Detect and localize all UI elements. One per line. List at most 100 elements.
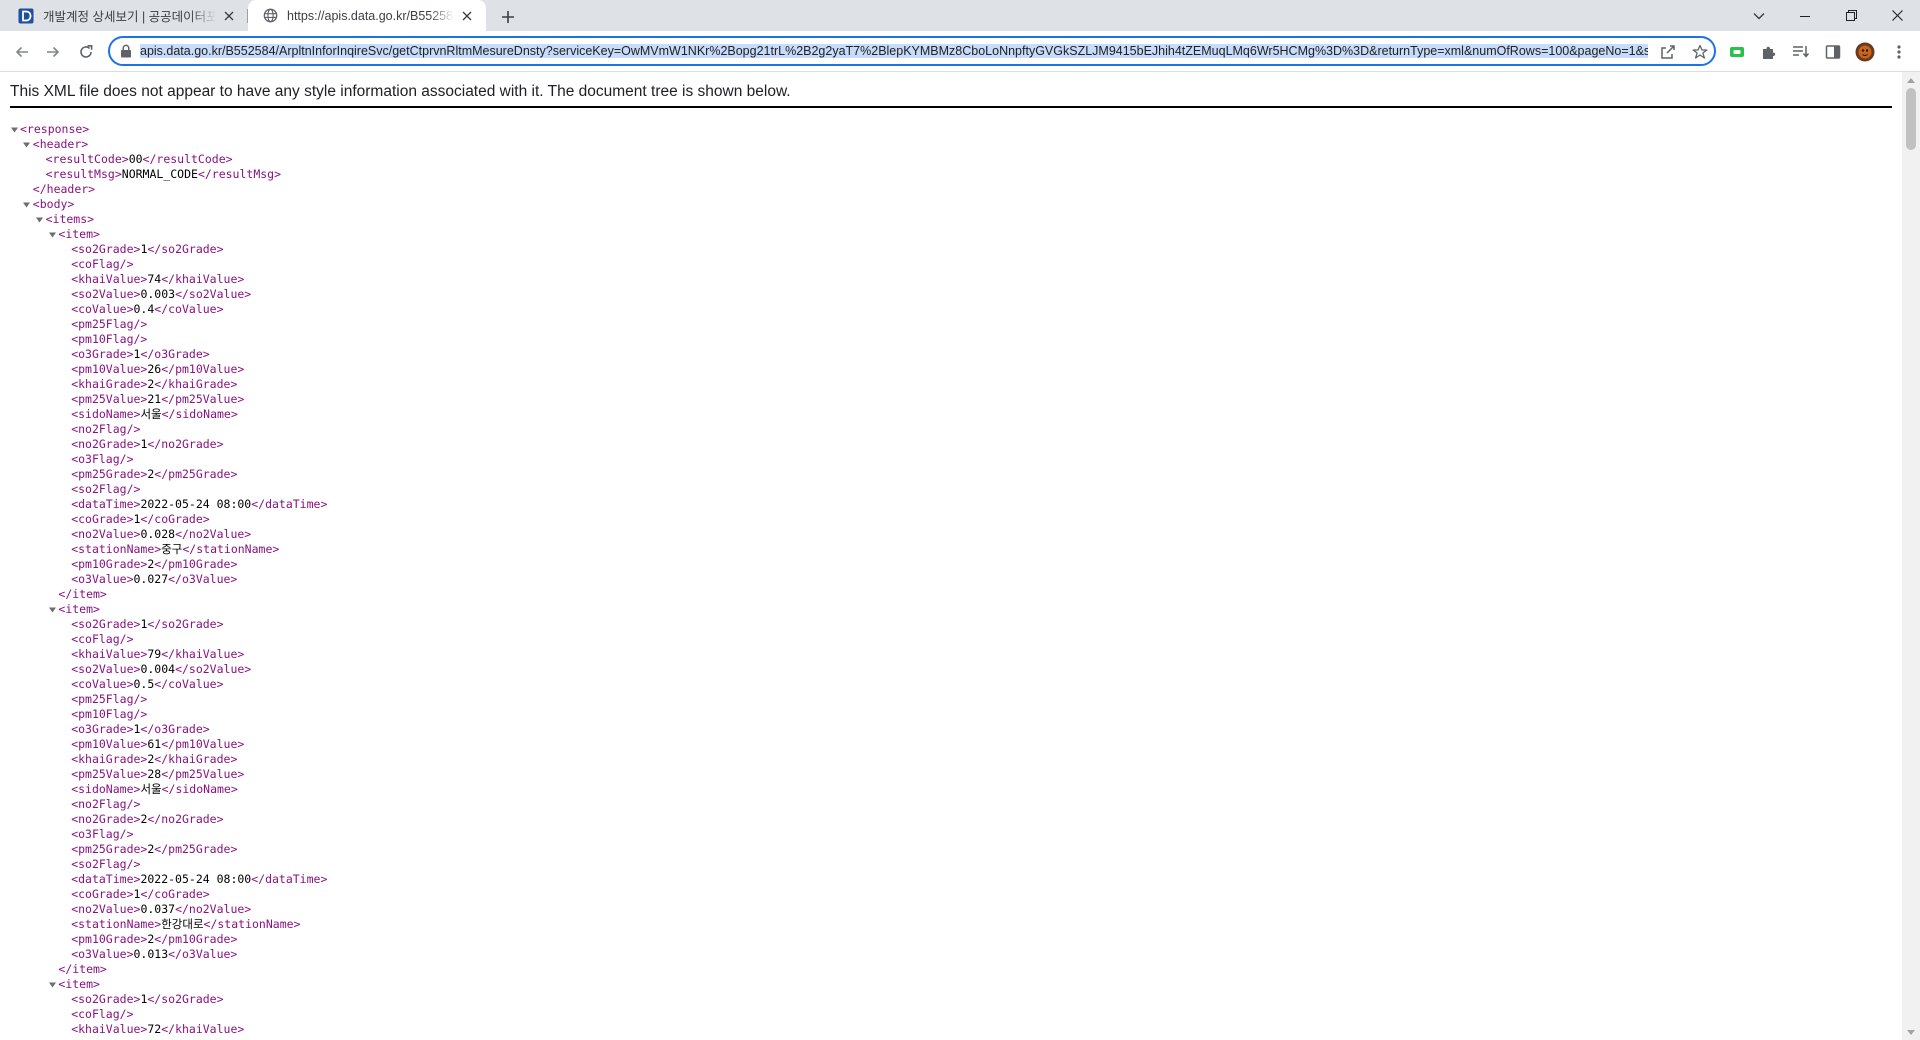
profile-avatar-icon[interactable] [1854,41,1876,63]
xml-close-tag: </pm25Grade> [154,467,238,481]
collapse-triangle-icon[interactable] [47,977,57,992]
minimize-button[interactable] [1782,0,1828,31]
tab-xml-response[interactable]: https://apis.data.go.kr/B552584/ArpltnIn… [248,0,486,31]
xml-text-value: 74 [147,272,162,286]
portal-d-icon [18,8,34,24]
new-tab-button[interactable] [496,5,520,29]
xml-close-tag: </resultMsg> [197,167,282,181]
collapse-triangle-icon[interactable] [47,227,57,242]
xml-close-tag: </so2Grade> [147,992,224,1006]
xml-text-value: 0.004 [140,662,176,676]
xml-line: <coGrade>1</coGrade> [10,887,1890,902]
xml-open-tag: <so2Grade> [71,242,141,256]
xml-empty-tag: <pm25Flag/> [71,317,148,331]
xml-line[interactable]: <item> [10,602,1890,617]
xml-line: <stationName>중구</stationName> [10,542,1890,557]
share-icon[interactable] [1658,42,1678,62]
vertical-scrollbar[interactable] [1902,72,1920,1040]
back-button[interactable] [8,38,36,66]
xml-open-tag: <dataTime> [71,872,141,886]
xml-line: <pm25Value>21</pm25Value> [10,392,1890,407]
forward-button[interactable] [39,38,67,66]
xml-empty-tag: <o3Flag/> [71,827,134,841]
side-panel-icon[interactable] [1822,41,1844,63]
xml-close-tag: </stationName> [203,917,301,931]
extensions-puzzle-icon[interactable] [1758,41,1780,63]
xml-open-tag: <resultCode> [45,152,129,166]
xml-open-tag: <stationName> [71,542,162,556]
xml-line: <no2Flag/> [10,797,1890,812]
xml-line[interactable]: <body> [10,197,1890,212]
bookmark-star-icon[interactable] [1690,42,1710,62]
tab-portal[interactable]: 개발계정 상세보기 | 공공데이터포털 [4,0,248,31]
reading-list-icon[interactable] [1790,41,1812,63]
xml-line: <so2Grade>1</so2Grade> [10,617,1890,632]
xml-line: <pm10Value>26</pm10Value> [10,362,1890,377]
scrollbar-thumb[interactable] [1906,88,1916,150]
xml-text-value: 79 [147,647,162,661]
xml-line[interactable]: <item> [10,227,1890,242]
xml-open-tag: <o3Grade> [71,722,134,736]
collapse-triangle-icon[interactable] [22,197,32,212]
xml-open-tag: <dataTime> [71,497,141,511]
xml-open-tag: <coGrade> [71,887,134,901]
xml-close-tag: </o3Grade> [140,722,210,736]
scroll-down-arrow-icon[interactable] [1907,1030,1915,1036]
xml-line: <o3Flag/> [10,452,1890,467]
xml-line[interactable]: <items> [10,212,1890,227]
xml-line: <coGrade>1</coGrade> [10,512,1890,527]
tab-close-icon[interactable] [458,7,476,25]
xml-line: <resultMsg>NORMAL_CODE</resultMsg> [10,167,1890,182]
collapse-triangle-icon[interactable] [9,122,19,137]
xml-empty-tag: <so2Flag/> [71,857,141,871]
xml-line[interactable]: <item> [10,977,1890,992]
collapse-triangle-icon[interactable] [47,602,57,617]
close-window-button[interactable] [1874,0,1920,31]
xml-line[interactable]: <header> [10,137,1890,152]
lock-icon[interactable] [118,43,134,59]
url-text: apis.data.go.kr/B552584/ArpltnInforInqir… [140,44,1648,58]
xml-line: <no2Value>0.037</no2Value> [10,902,1890,917]
xml-line: <pm10Grade>2</pm10Grade> [10,932,1890,947]
xml-close-tag: </resultCode> [142,152,233,166]
xml-open-tag: <pm10Grade> [71,932,148,946]
xml-open-tag: <resultMsg> [45,167,122,181]
collapse-triangle-icon[interactable] [22,137,32,152]
extension-green-icon[interactable] [1726,41,1748,63]
xml-text-value: 0.013 [133,947,169,961]
xml-close-tag: </so2Grade> [147,617,224,631]
xml-open-tag: <coValue> [71,677,134,691]
xml-text-value: 서울 [140,782,162,796]
restore-button[interactable] [1828,0,1874,31]
xml-open-tag: <item> [58,602,100,616]
tab-search-button[interactable] [1736,0,1782,31]
xml-text-value: 0.028 [140,527,176,541]
xml-close-tag: </khaiGrade> [154,377,238,391]
xml-text-value: 0.037 [140,902,176,916]
reload-button[interactable] [72,38,100,66]
xml-open-tag: <coGrade> [71,512,134,526]
globe-icon [262,8,278,24]
xml-text-value: 서울 [140,407,162,421]
address-bar[interactable]: apis.data.go.kr/B552584/ArpltnInforInqir… [108,36,1716,66]
xml-close-tag: </khaiValue> [161,272,245,286]
url-field[interactable]: apis.data.go.kr/B552584/ArpltnInforInqir… [140,43,1648,60]
browser-menu-icon[interactable] [1888,41,1910,63]
xml-line: <pm10Value>61</pm10Value> [10,737,1890,752]
xml-text-value: 중구 [161,542,183,556]
xml-line: <coFlag/> [10,632,1890,647]
xml-line[interactable]: <response> [10,122,1890,137]
xml-line: <no2Grade>1</no2Grade> [10,437,1890,452]
scroll-up-arrow-icon[interactable] [1907,77,1915,83]
xml-open-tag: <response> [20,122,90,136]
xml-open-tag: <pm10Value> [71,362,148,376]
browser-toolbar: apis.data.go.kr/B552584/ArpltnInforInqir… [0,31,1920,72]
collapse-triangle-icon[interactable] [35,212,45,227]
xml-text-value: 0.4 [133,302,155,316]
xml-close-tag: </item> [58,587,107,601]
xml-line: <khaiGrade>2</khaiGrade> [10,752,1890,767]
xml-line: <stationName>한강대로</stationName> [10,917,1890,932]
xml-line: <coValue>0.4</coValue> [10,302,1890,317]
tab-close-icon[interactable] [220,7,238,25]
xml-text-value: 0.003 [140,287,176,301]
